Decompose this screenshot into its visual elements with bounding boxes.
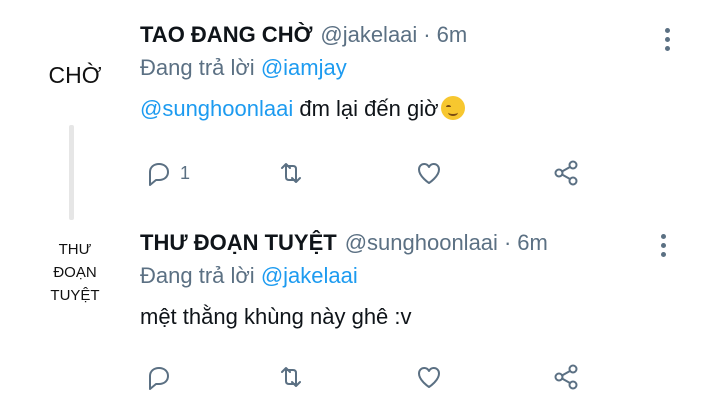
replying-to-label: Đang trả lời: [140, 55, 255, 80]
more-vertical-icon[interactable]: [655, 24, 679, 54]
reply-icon: [149, 367, 169, 390]
replying-to-label: Đang trả lời: [140, 263, 255, 288]
heart-icon: [418, 367, 440, 388]
avatar-label-line: TUYỆT: [50, 286, 100, 304]
like-button[interactable]: [414, 362, 444, 392]
share-button[interactable]: [551, 158, 581, 188]
separator: ·: [503, 230, 512, 255]
retweet-button[interactable]: [276, 158, 306, 188]
display-name[interactable]: THƯ ĐOẠN TUYỆT: [140, 226, 337, 260]
avatar-label-line: THƯ: [58, 240, 92, 258]
replying-to-link[interactable]: @jakelaai: [261, 263, 358, 288]
share-icon: [554, 364, 578, 390]
more-vertical-icon[interactable]: [651, 230, 675, 260]
reply-button[interactable]: [144, 362, 174, 392]
retweet-icon: [281, 163, 301, 183]
reply-button[interactable]: 1: [144, 158, 190, 188]
retweet-icon: [281, 367, 301, 387]
avatar[interactable]: THƯ ĐOẠN TUYỆT: [30, 232, 120, 312]
separator: ·: [423, 22, 431, 47]
reply-icon: [149, 163, 169, 186]
avatar-label-line: ĐOẠN: [53, 263, 97, 281]
thread-connector: [69, 125, 74, 220]
avatar-label: CHỜ: [48, 61, 102, 88]
user-handle[interactable]: @sunghoonlaai: [345, 226, 498, 260]
tweet-header: TAO ĐANG CHỜ @jakelaai · 6m: [140, 18, 720, 52]
replying-to: Đang trả lời @iamjay: [140, 52, 720, 84]
tweet-text-content: đm lại đến giờ: [293, 96, 439, 121]
heart-icon: [418, 163, 440, 184]
timestamp[interactable]: 6m: [517, 226, 548, 260]
reply-count: 1: [180, 162, 191, 183]
mention-link[interactable]: @sunghoonlaai: [140, 96, 293, 121]
share-button[interactable]: [551, 362, 581, 392]
user-handle[interactable]: @jakelaai: [320, 18, 417, 52]
tweet-text: @sunghoonlaai đm lại đến giờ: [140, 92, 720, 126]
tweet-header: THƯ ĐOẠN TUYỆT @sunghoonlaai · 6m: [140, 226, 720, 260]
smiling-face-icon: [440, 96, 465, 120]
share-icon: [554, 160, 578, 186]
tweet[interactable]: TAO ĐANG CHỜ @jakelaai · 6m Đang trả lời…: [140, 18, 720, 126]
tweet-text: mệt thằng khùng này ghê :v: [140, 304, 412, 329]
replying-to-link[interactable]: @iamjay: [261, 55, 347, 80]
timestamp[interactable]: 6m: [437, 18, 468, 52]
display-name[interactable]: TAO ĐANG CHỜ: [140, 18, 312, 52]
tweet[interactable]: THƯ ĐOẠN TUYỆT @sunghoonlaai · 6m Đang t…: [140, 226, 720, 334]
like-button[interactable]: [414, 158, 444, 188]
retweet-button[interactable]: [276, 362, 306, 392]
avatar[interactable]: CHỜ: [30, 55, 120, 95]
replying-to: Đang trả lời @jakelaai: [140, 260, 720, 292]
